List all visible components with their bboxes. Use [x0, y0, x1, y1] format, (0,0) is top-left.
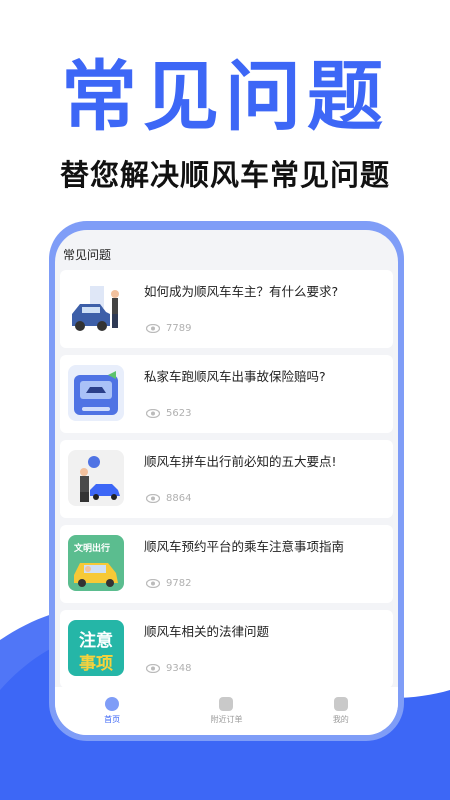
promo-headline: 常见问题 — [61, 52, 389, 141]
eye-icon — [146, 409, 160, 418]
view-count: 9782 — [146, 578, 191, 589]
thumb-label-line-2: 事项 — [79, 654, 113, 674]
profile-icon — [333, 697, 348, 711]
civilized-travel-illustration: 文明出行 — [68, 535, 124, 591]
view-count: 9348 — [146, 663, 191, 674]
item-title: 私家车跑顺风车出事故保险赔吗? — [144, 369, 326, 384]
view-count: 7789 — [146, 323, 191, 334]
list-item[interactable]: 注意 事项 顺风车相关的法律问题 9348 — [60, 610, 393, 688]
tab-label: 首页 — [104, 715, 121, 724]
promo-subline: 替您解决顺风车常见问题 — [59, 158, 390, 192]
eye-icon — [146, 494, 160, 503]
view-count: 5623 — [146, 408, 191, 419]
page-title: 常见问题 — [63, 248, 112, 262]
question-list: 如何成为顺风车车主？有什么要求? 7789 私家车跑顺风车出事故保险赔吗? 56… — [60, 270, 393, 695]
eye-icon — [146, 324, 160, 333]
view-count: 8864 — [146, 493, 191, 504]
item-title: 顺风车预约平台的乘车注意事项指南 — [144, 539, 345, 554]
view-count-value: 8864 — [166, 493, 192, 504]
view-count-value: 5623 — [166, 408, 192, 419]
list-item[interactable]: 私家车跑顺风车出事故保险赔吗? 5623 — [60, 355, 393, 433]
carpool-tips-illustration — [68, 450, 124, 506]
tab-label: 附近订单 — [210, 715, 243, 724]
tab-home[interactable]: 首页 — [72, 697, 152, 725]
item-title: 顺风车拼车出行前必知的五大要点! — [144, 454, 337, 469]
tab-nearby-orders[interactable]: 附近订单 — [186, 697, 266, 725]
thumb-label-line-1: 注意 — [79, 631, 113, 651]
list-item[interactable]: 文明出行 顺风车预约平台的乘车注意事项指南 9782 — [60, 525, 393, 603]
bottom-tab-bar: 首页 附近订单 我的 — [55, 687, 398, 735]
home-icon — [105, 697, 120, 711]
eye-icon — [146, 579, 160, 588]
notice-illustration: 注意 事项 — [68, 620, 124, 676]
view-count-value: 9782 — [166, 578, 192, 589]
car-owner-illustration — [68, 280, 124, 336]
eye-icon — [146, 664, 160, 673]
list-item[interactable]: 如何成为顺风车车主？有什么要求? 7789 — [60, 270, 393, 348]
view-count-value: 7789 — [166, 323, 192, 334]
tab-profile[interactable]: 我的 — [301, 697, 381, 725]
car-insurance-illustration — [68, 365, 124, 421]
item-title: 顺风车相关的法律问题 — [144, 624, 270, 639]
item-title: 如何成为顺风车车主？有什么要求? — [144, 284, 339, 299]
orders-icon — [219, 697, 234, 711]
tab-label: 我的 — [332, 715, 349, 724]
view-count-value: 9348 — [166, 663, 192, 674]
phone-screen: 常见问题 如何成为顺风车车主？有什么要求? 7789 私家车跑顺风车出事故保险赔… — [55, 230, 398, 735]
list-item[interactable]: 顺风车拼车出行前必知的五大要点! 8864 — [60, 440, 393, 518]
